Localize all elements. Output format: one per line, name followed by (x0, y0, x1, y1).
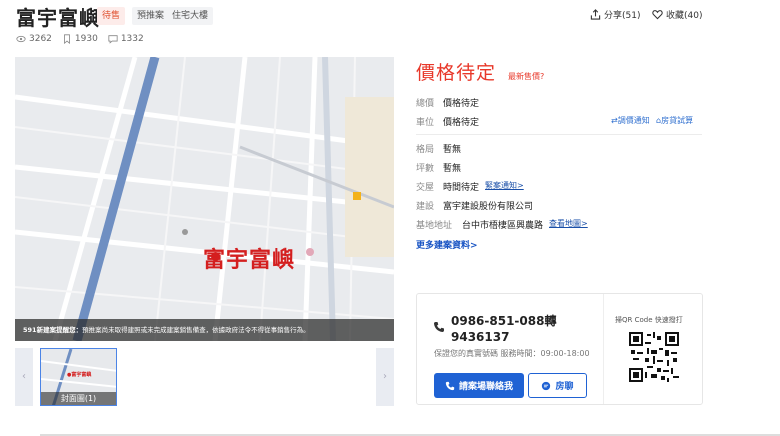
stats-bar: 3262 1930 1332 (16, 34, 144, 44)
eye-icon (16, 35, 26, 43)
chat-icon (542, 381, 551, 390)
info-row-developer: 建設 富宇建設股份有限公司 (416, 202, 534, 212)
info-row-parking: 車位 價格待定 (416, 118, 480, 128)
share-button[interactable]: 分享(51) (590, 8, 640, 21)
status-badge-pre-sale: 預推案 (132, 7, 170, 25)
qr-caption: 掃QR Code 快速撥打 (615, 316, 683, 324)
request-callback-button[interactable]: 請案場聯絡我 (434, 373, 524, 398)
comment-icon (108, 35, 118, 44)
thumbnail-cover[interactable]: ●富宇富嶼 封面圖(1) (40, 348, 117, 406)
heart-icon (652, 10, 663, 20)
info-row-layout: 格局 暫無 (416, 145, 462, 155)
location-map[interactable]: 富宇富嶼 591新建案提醒您：預推案尚未取得建照或未完成建案銷售備查，依據政府法… (15, 57, 394, 341)
thumbnail-prev-button[interactable]: ‹ (15, 348, 33, 406)
latest-price-link[interactable]: 最新售價? (508, 71, 544, 82)
more-project-info-link[interactable]: 更多建案資料> (416, 238, 478, 251)
view-map-link[interactable]: 查看地圖> (549, 218, 588, 231)
divider (416, 134, 702, 135)
card-divider (603, 294, 604, 404)
map-project-label: 富宇富嶼 (203, 248, 296, 273)
share-icon (590, 9, 601, 20)
thumbnail-caption: 封面圖(1) (41, 392, 116, 405)
qr-code (629, 332, 679, 382)
favorite-label: 收藏(40) (666, 11, 703, 21)
comment-count: 1332 (108, 34, 144, 44)
sales-notice-banner: 591新建案提醒您：預推案尚未取得建照或未完成建案銷售備查，依據政府法令不得從事… (15, 319, 394, 341)
mortgage-calculator-link[interactable]: ⌂房貸試算 (656, 115, 693, 126)
favorite-button[interactable]: 收藏(40) (652, 8, 702, 21)
notify-link[interactable]: 緊案通知> (485, 180, 524, 193)
map-image (15, 57, 394, 341)
thumbnail-next-button[interactable]: › (376, 348, 394, 406)
save-count: 1930 (62, 34, 98, 44)
info-row-handover: 交屋 時間待定 緊案通知> (416, 180, 524, 193)
phone-icon (445, 381, 455, 390)
phone-note: 保證您的真實號碼 服務時間：09:00-18:00 (434, 349, 590, 358)
property-type-badge: 住宅大樓 (167, 7, 214, 25)
share-label: 分享(51) (604, 11, 641, 21)
phone-icon (434, 322, 444, 332)
price-heading: 價格待定 (416, 62, 497, 84)
bookmark-icon (63, 34, 70, 44)
contact-card: 0986-851-088轉9436137 保證您的真實號碼 服務時間：09:00… (416, 293, 703, 405)
status-badge-for-sale: 待售 (97, 7, 126, 25)
thumbnail-map-label: ●富宇富嶼 (67, 372, 92, 378)
view-count: 3262 (16, 34, 52, 44)
page-title: 富宇富嶼 (16, 6, 100, 30)
price-alert-link[interactable]: ⇄調價通知 (611, 115, 650, 126)
phone-number[interactable]: 0986-851-088轉9436137 (451, 313, 561, 345)
info-row-area: 坪數 暫無 (416, 164, 462, 174)
info-row-total-price: 總價 價格待定 (416, 99, 480, 109)
chat-button[interactable]: 房聊 (528, 373, 587, 398)
info-row-address: 基地地址 台中市梧棲區興農路 查看地圖> (416, 218, 588, 231)
